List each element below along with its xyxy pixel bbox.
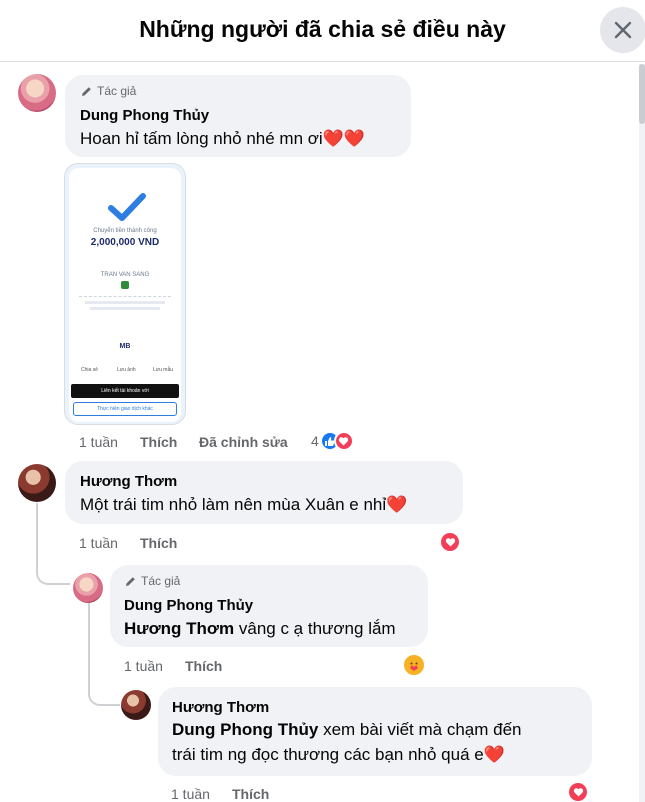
thread-line	[36, 503, 70, 585]
dialog-header: Những người đã chia sẻ điều này	[0, 0, 645, 62]
commenter-name[interactable]: Hương Thơm	[80, 473, 177, 490]
author-badge: Tác giả	[124, 574, 180, 588]
reaction-summary[interactable]	[439, 531, 461, 553]
scrollbar-thumb[interactable]	[639, 64, 645, 124]
reaction-count: 4	[311, 433, 319, 449]
comment-bubble: Hương Thơm Một trái tim nhỏ làm nên mùa …	[65, 461, 463, 524]
receipt-recipient: TRAN VAN SANG	[100, 272, 150, 278]
checkmark-icon	[108, 193, 146, 221]
mention-link[interactable]: Dung Phong Thủy	[172, 720, 318, 739]
avatar[interactable]	[18, 464, 56, 502]
receipt-actions: Chia sẻ Lưu ảnh Lưu mẫu	[69, 358, 181, 374]
comment-text: Một trái tim nhỏ làm nên mùa Xuân e nhỉ❤…	[80, 495, 408, 514]
share-action[interactable]: Chia sẻ	[81, 367, 98, 373]
comment-text-line2: trái tim ng đọc thương các bạn nhỏ quá e…	[172, 745, 505, 764]
bank-logo	[121, 281, 129, 289]
like-button[interactable]: Thích	[185, 658, 222, 674]
comment-text: Hoan hỉ tấm lòng nhỏ nhé mn ơi❤️❤️	[80, 129, 366, 148]
pencil-icon	[82, 86, 91, 96]
author-badge-label: Tác giả	[141, 574, 181, 588]
like-button[interactable]: Thích	[140, 434, 177, 450]
love-reaction-icon	[333, 431, 354, 451]
author-badge-label: Tác giả	[97, 84, 137, 98]
close-icon	[614, 21, 632, 39]
dialog-title: Những người đã chia sẻ điều này	[139, 16, 506, 42]
comment-body-line1: xem bài viết mà chạm đến	[318, 720, 522, 739]
receipt-title: Chuyển tiền thành công	[93, 228, 157, 234]
like-button[interactable]: Thích	[140, 535, 177, 551]
bank-brand: MB	[119, 343, 131, 350]
author-badge: Tác giả	[80, 84, 136, 98]
save-template-action[interactable]: Lưu mẫu	[153, 367, 173, 373]
reaction-summary[interactable]	[567, 781, 589, 802]
avatar[interactable]	[18, 74, 56, 112]
link-account-banner[interactable]: Liên kết tài khoản với	[71, 384, 179, 398]
scrollbar[interactable]	[639, 64, 645, 802]
comment-time[interactable]: 1 tuần	[124, 658, 163, 674]
comment-image[interactable]: Chuyển tiền thành công 2,000,000 VND TRA…	[64, 163, 186, 425]
reaction-summary[interactable]: 4	[311, 431, 354, 451]
receipt-details	[79, 296, 171, 316]
love-reaction-icon	[439, 531, 461, 553]
avatar[interactable]	[73, 573, 103, 603]
pencil-icon	[126, 576, 135, 586]
avatar[interactable]	[121, 690, 151, 720]
mention-link[interactable]: Hương Thơm	[124, 619, 234, 638]
reaction-summary[interactable]	[402, 653, 426, 677]
comment-bubble: Tác giả Dung Phong Thủy Hoan hỉ tấm lòng…	[65, 75, 411, 157]
receipt-amount: 2,000,000 VND	[90, 237, 160, 248]
save-image-action[interactable]: Lưu ảnh	[117, 367, 136, 373]
new-transaction-button[interactable]: Thực hiện giao dịch khác	[73, 402, 177, 416]
commenter-name[interactable]: Hương Thơm	[172, 699, 269, 716]
commenter-name[interactable]: Dung Phong Thủy	[80, 107, 209, 124]
commenter-name[interactable]: Dung Phong Thủy	[124, 597, 253, 614]
care-reaction-icon	[402, 653, 426, 677]
comment-text: Dung Phong Thủy xem bài viết mà chạm đến	[172, 717, 522, 742]
edited-label: Đã chỉnh sửa	[199, 434, 288, 450]
comment-time[interactable]: 1 tuần	[79, 535, 118, 551]
close-button[interactable]	[600, 7, 645, 53]
comment-bubble: Hương Thơm Dung Phong Thủy xem bài viết …	[158, 687, 592, 776]
comment-text: Hương Thơm vâng c ạ thương lắm	[124, 616, 396, 641]
comment-bubble: Tác giả Dung Phong Thủy Hương Thơm vâng …	[110, 565, 428, 647]
like-button[interactable]: Thích	[232, 786, 269, 802]
love-reaction-icon	[567, 781, 589, 802]
transfer-receipt: Chuyển tiền thành công 2,000,000 VND TRA…	[69, 168, 181, 422]
comment-time[interactable]: 1 tuần	[171, 786, 210, 802]
comment-time[interactable]: 1 tuần	[79, 434, 118, 450]
comment-body: vâng c ạ thương lắm	[234, 619, 396, 638]
